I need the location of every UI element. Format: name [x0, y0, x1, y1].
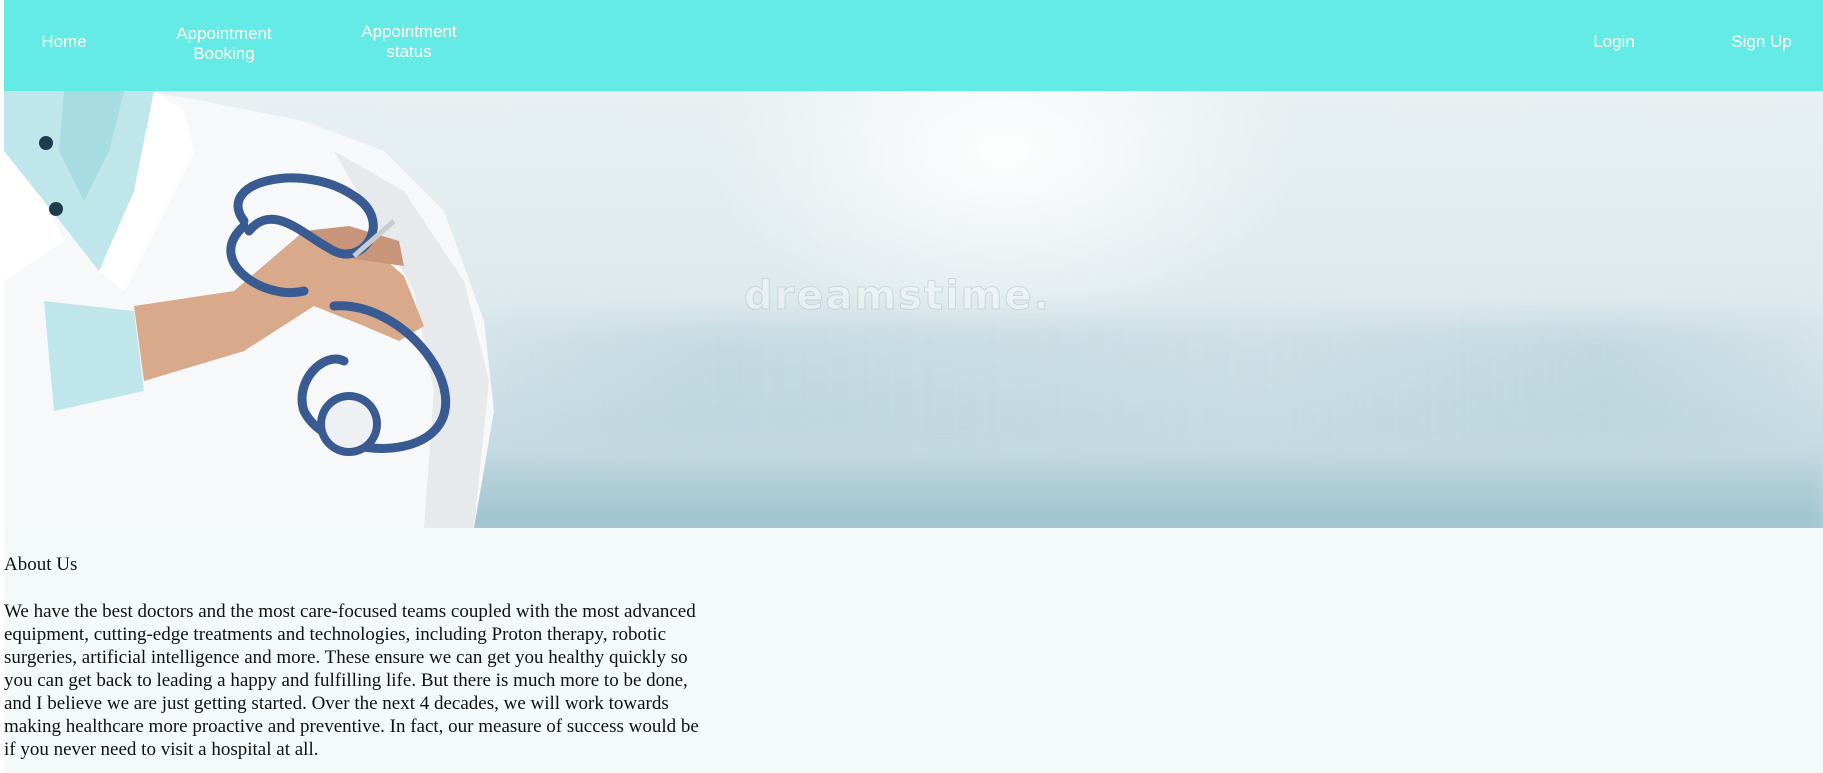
hero-banner-image: dreamstime. — [4, 91, 1823, 528]
nav-home-link[interactable]: Home — [24, 32, 104, 52]
hero-background-blur — [434, 321, 1814, 441]
watermark-logo: dreamstime. — [744, 273, 1051, 320]
nav-signup-link[interactable]: Sign Up — [1714, 32, 1809, 52]
page: Home Appointment Booking Appointment sta… — [4, 0, 1823, 773]
about-section: About Us We have the best doctors and th… — [4, 553, 714, 761]
nav-login-link[interactable]: Login — [1574, 32, 1654, 52]
hero-background-floor — [304, 461, 1823, 528]
shirt-button-icon — [39, 136, 53, 150]
about-title: About Us — [4, 554, 78, 575]
nav-appointment-booking-link[interactable]: Appointment Booking — [164, 24, 284, 64]
top-navbar: Home Appointment Booking Appointment sta… — [4, 0, 1823, 91]
about-paragraph: We have the best doctors and the most ca… — [4, 601, 699, 760]
nav-appointment-status-link[interactable]: Appointment status — [349, 22, 469, 62]
doctor-with-stethoscope-illustration — [4, 91, 494, 528]
shirt-button-icon — [49, 202, 63, 216]
